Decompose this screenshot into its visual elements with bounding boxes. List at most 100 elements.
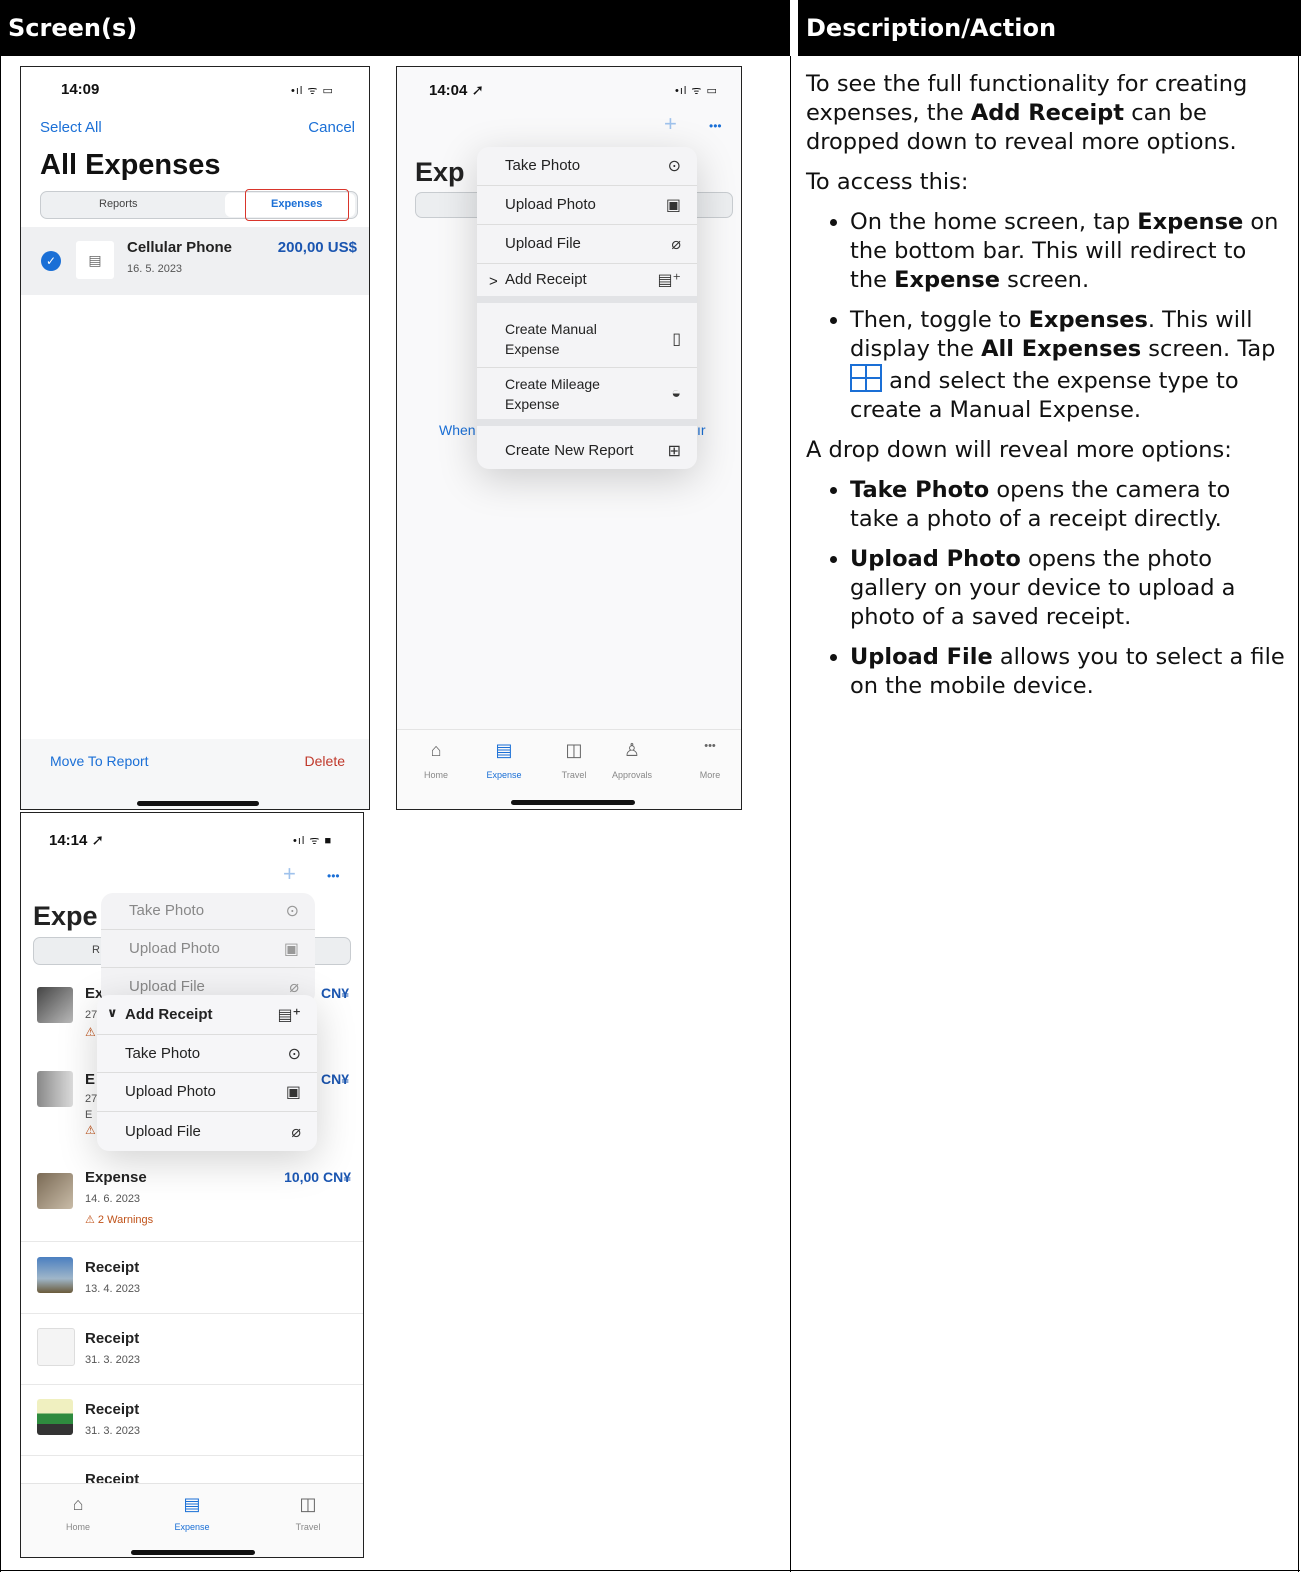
warning-icon: ⚠ bbox=[85, 1123, 96, 1137]
submenu-header-label: Add Receipt bbox=[125, 1005, 213, 1023]
step-item: Then, toggle to Expenses. This will disp… bbox=[850, 306, 1286, 425]
tab-reports[interactable]: Reports bbox=[99, 198, 138, 210]
row-amount: 10,00 CN¥ bbox=[284, 1169, 351, 1185]
warning-badge: ⚠ 2 Warnings bbox=[85, 1214, 154, 1226]
row-title: Receipt bbox=[85, 1330, 140, 1347]
warning-icon: ⚠ bbox=[85, 1025, 96, 1039]
paperclip-icon: ⌀ bbox=[671, 236, 681, 253]
bold-text: Expense bbox=[1137, 209, 1244, 235]
image-icon: ▣ bbox=[283, 940, 299, 958]
list-item[interactable]: Expense 14. 6. 2023 ⚠ 2 Warnings 10,00 C… bbox=[21, 1161, 363, 1242]
bold-text: Upload File bbox=[850, 644, 993, 670]
row-date: 31. 3. 2023 bbox=[85, 1425, 141, 1437]
bottom-action-bar: Move To Report Delete bbox=[21, 739, 369, 809]
receipt-thumbnail bbox=[37, 1328, 75, 1366]
menu-take-photo-faded[interactable]: Take Photo ⊙ bbox=[101, 893, 315, 930]
report-icon: ⊞ bbox=[667, 443, 681, 460]
paperclip-icon: ⌀ bbox=[289, 978, 299, 996]
add-button[interactable]: + bbox=[664, 111, 677, 137]
empty-state-right: ır bbox=[697, 422, 706, 438]
list-item[interactable]: Receipt 31. 3. 2023 bbox=[21, 1385, 363, 1456]
dropdown-paragraph: A drop down will reveal more options: bbox=[806, 437, 1232, 463]
receipt-icon: ▤ bbox=[76, 241, 114, 279]
table-header-screens: Screen(s) bbox=[0, 0, 790, 56]
tab-expenses-label: Expenses bbox=[271, 198, 323, 210]
tab-travel[interactable]: Travel bbox=[552, 770, 596, 780]
camera-icon: ⊙ bbox=[285, 903, 299, 920]
submenu-header[interactable]: ∨ Add Receipt ▤⁺ bbox=[97, 995, 317, 1035]
more-options-button[interactable]: ••• bbox=[709, 119, 722, 133]
menu-upload-photo[interactable]: Upload Photo ▣ bbox=[477, 186, 697, 225]
briefcase-icon: ◫ bbox=[299, 1494, 317, 1514]
expense-row-selected[interactable]: ✓ ▤ Cellular Phone 16. 5. 2023 200,00 US… bbox=[21, 227, 369, 295]
bold-text: Upload Photo bbox=[850, 546, 1021, 572]
status-time: 14:09 bbox=[61, 81, 100, 98]
submenu-take-photo[interactable]: Take Photo ⊙ bbox=[97, 1035, 317, 1073]
warning-text: 2 Warnings bbox=[97, 1214, 154, 1226]
row-amount-partial: CN¥ bbox=[321, 1071, 350, 1087]
menu-label: Take Photo bbox=[129, 902, 205, 919]
page-title: All Expenses bbox=[40, 149, 221, 181]
menu-label: Upload File bbox=[129, 977, 205, 995]
tab-home[interactable]: Home bbox=[417, 770, 455, 780]
bold-text: Take Photo bbox=[850, 477, 990, 503]
row-title-partial: E bbox=[85, 1071, 96, 1088]
list-item[interactable]: Receipt 31. 3. 2023 bbox=[21, 1314, 363, 1385]
menu-create-report-label: Create New Report bbox=[505, 442, 634, 459]
menu-upload-photo-faded[interactable]: Upload Photo ▣ bbox=[101, 930, 315, 968]
empty-state-left: When bbox=[439, 422, 476, 438]
more-options-button[interactable]: ••• bbox=[327, 869, 340, 883]
move-to-report-button[interactable]: Move To Report bbox=[50, 753, 149, 769]
menu-upload-file[interactable]: Upload File ⌀ bbox=[477, 225, 697, 264]
add-button[interactable]: + bbox=[283, 861, 296, 887]
status-icons: •ıl ᯤ ■ bbox=[293, 835, 333, 847]
access-steps: On the home screen, tap Expense on the b… bbox=[806, 208, 1286, 425]
expense-date: 16. 5. 2023 bbox=[127, 263, 183, 275]
screenshot-all-expenses: 14:09 •ıl ᯤ ▭ Select All Cancel All Expe… bbox=[20, 66, 370, 810]
receipt-add-icon: ▤⁺ bbox=[277, 1006, 301, 1024]
text: Then, toggle to bbox=[850, 307, 1029, 333]
expense-icon: ▤ bbox=[495, 740, 513, 760]
row-title: Receipt bbox=[85, 1259, 140, 1276]
receipt-thumbnail bbox=[37, 987, 73, 1023]
text: screen. bbox=[1000, 267, 1090, 293]
list-item[interactable]: Receipt 13. 4. 2023 bbox=[21, 1243, 363, 1314]
row-date: 31. 3. 2023 bbox=[85, 1354, 141, 1366]
add-menu-faded: Take Photo ⊙ Upload Photo ▣ Upload File ⌀ bbox=[101, 893, 315, 1005]
select-all-button[interactable]: Select All bbox=[40, 119, 102, 136]
expense-amount: 200,00 US$ bbox=[277, 239, 357, 256]
submenu-upload-photo[interactable]: Upload Photo ▣ bbox=[97, 1073, 317, 1112]
menu-upload-photo-label: Upload Photo bbox=[505, 196, 596, 213]
bold-text: Expenses bbox=[1028, 307, 1148, 333]
home-icon: ⌂ bbox=[72, 1494, 84, 1514]
home-icon: ⌂ bbox=[430, 740, 442, 760]
page-title-partial: Expe bbox=[33, 901, 98, 931]
tab-more[interactable]: More bbox=[693, 770, 727, 780]
cancel-button[interactable]: Cancel bbox=[308, 119, 355, 136]
menu-create-manual-expense[interactable]: Create Manual Expense ▯ bbox=[477, 310, 697, 368]
menu-take-photo[interactable]: Take Photo ⊙ bbox=[477, 147, 697, 186]
delete-button[interactable]: Delete bbox=[305, 753, 345, 769]
status-icons: •ıl ᯤ ▭ bbox=[291, 85, 334, 97]
camera-icon: ⊙ bbox=[667, 158, 681, 175]
access-paragraph: To access this: bbox=[806, 169, 969, 195]
tab-home[interactable]: Home bbox=[59, 1522, 97, 1532]
menu-label: Upload Photo bbox=[129, 939, 220, 957]
option-item: Upload File allows you to select a file … bbox=[850, 643, 1286, 701]
page-title-partial: Exp bbox=[415, 157, 465, 187]
tab-approvals[interactable]: Approvals bbox=[607, 770, 657, 780]
tab-expense[interactable]: Expense bbox=[167, 1522, 217, 1532]
chevron-right-icon: > bbox=[489, 273, 498, 290]
menu-create-mileage-expense[interactable]: Create Mileage Expense ◒ bbox=[477, 368, 697, 426]
status-time: 14:04 ➚ bbox=[429, 82, 485, 99]
tab-expense[interactable]: Expense bbox=[479, 770, 529, 780]
briefcase-icon: ◫ bbox=[565, 740, 583, 760]
menu-add-receipt[interactable]: > Add Receipt ▤⁺ bbox=[477, 264, 697, 303]
tab-travel[interactable]: Travel bbox=[286, 1522, 330, 1532]
row-date: 14. 6. 2023 bbox=[85, 1193, 141, 1205]
menu-create-new-report[interactable]: Create New Report ⊞ bbox=[477, 433, 697, 469]
bold-text: Add Receipt bbox=[970, 100, 1125, 126]
submenu-upload-file[interactable]: Upload File ⌀ bbox=[97, 1112, 317, 1151]
receipt-thumbnail bbox=[37, 1071, 73, 1107]
text: On the home screen, tap bbox=[850, 209, 1138, 235]
